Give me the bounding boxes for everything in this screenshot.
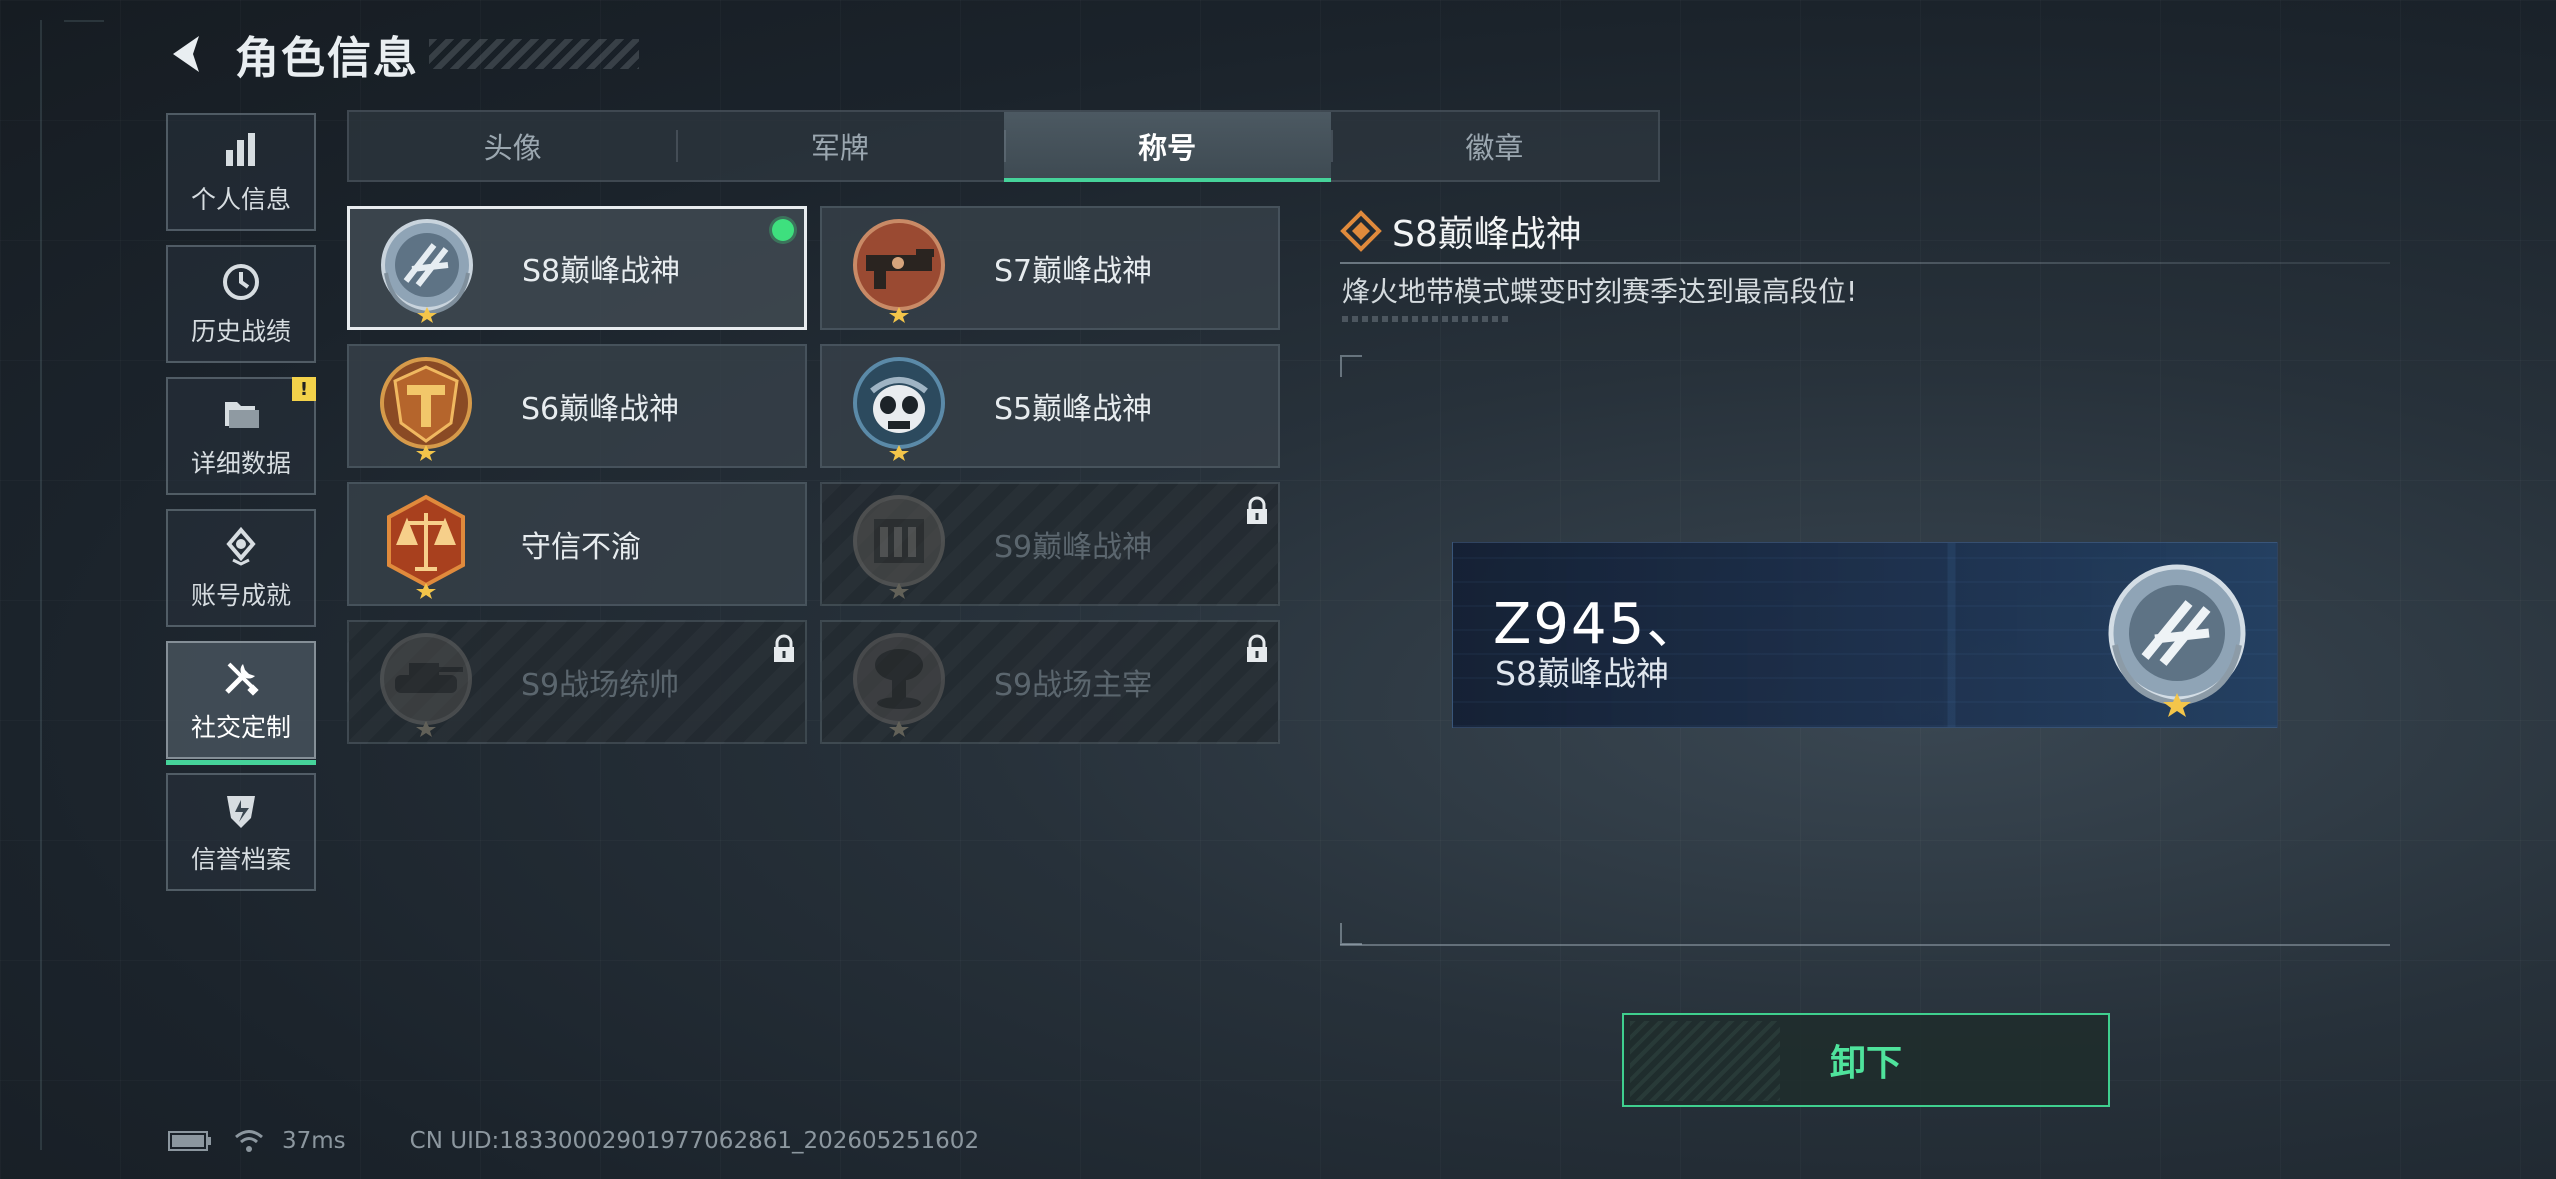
- lock-icon: [1244, 496, 1270, 526]
- sidebar-item-label: 信誉档案: [190, 845, 291, 874]
- folder-icon: [219, 392, 263, 436]
- title-card-trustworthy[interactable]: 守信不渝: [347, 482, 807, 606]
- frame-line-top: [64, 20, 104, 22]
- nameplate-title: S8巅峰战神: [1495, 654, 1669, 693]
- s6-emblem-icon: [371, 351, 481, 461]
- scales-emblem-icon: [371, 489, 481, 599]
- tab-dogtag[interactable]: 军牌: [676, 112, 1003, 180]
- unequip-button[interactable]: 卸下: [1622, 1013, 2110, 1107]
- title-card-s9-commander[interactable]: S9战场统帅: [347, 620, 807, 744]
- detail-title: S8巅峰战神: [1392, 214, 1582, 255]
- title-card-s9-peak[interactable]: S9巅峰战神: [820, 482, 1280, 606]
- warning-badge: !: [292, 377, 316, 401]
- title-diamond-icon: [1340, 210, 1382, 252]
- title-card-label: 守信不渝: [521, 530, 641, 565]
- tab-badge[interactable]: 徽章: [1330, 112, 1658, 180]
- sidebar-item-personal-info[interactable]: 个人信息: [166, 113, 316, 231]
- preview-divider: [1340, 944, 2390, 946]
- title-card-label: S6巅峰战神: [521, 392, 680, 427]
- sidebar-item-label: 个人信息: [190, 185, 291, 214]
- title-stripes: [429, 39, 639, 69]
- tab-title[interactable]: 称号: [1003, 112, 1332, 182]
- title-card-s7-peak[interactable]: S7巅峰战神: [820, 206, 1280, 330]
- wifi-icon: [235, 1130, 263, 1152]
- sidebar-item-achievements[interactable]: 账号成就: [166, 509, 316, 627]
- s8-emblem-icon: [2097, 557, 2257, 717]
- page-title: 角色信息: [235, 33, 419, 84]
- battery-icon: [168, 1131, 211, 1151]
- tab-avatar[interactable]: 头像: [349, 112, 676, 180]
- sidebar-item-label: 社交定制: [190, 713, 291, 742]
- frame-line-left: [40, 20, 42, 1150]
- tools-icon: [219, 656, 263, 700]
- frame-corner: [1340, 923, 1362, 945]
- sidebar-item-detailed-data[interactable]: ! 详细数据: [166, 377, 316, 495]
- mushroom-cloud-emblem-icon: [844, 627, 954, 737]
- sidebar-item-label: 详细数据: [190, 449, 291, 478]
- title-card-label: S5巅峰战神: [994, 392, 1153, 427]
- ping-text: 37ms: [282, 1128, 346, 1154]
- title-card-s9-dominator[interactable]: S9战场主宰: [820, 620, 1280, 744]
- title-card-label: S7巅峰战神: [994, 254, 1153, 289]
- sidebar-item-history[interactable]: 历史战绩: [166, 245, 316, 363]
- title-card-s8-peak[interactable]: S8巅峰战神: [347, 206, 807, 330]
- sidebar-item-label: 历史战绩: [190, 317, 291, 346]
- page-header: 角色信息: [165, 22, 639, 86]
- uid-text: CN UID:1833000290197706286​1_20260525160…: [409, 1128, 980, 1154]
- s9-emblem-icon: [844, 489, 954, 599]
- s8-emblem-icon: [372, 213, 482, 323]
- lock-icon: [771, 634, 797, 664]
- sidebar: 个人信息 历史战绩 ! 详细数据 账号成就 社交定制 信誉档案: [166, 113, 316, 905]
- status-bar: 37ms CN UID:1833000290197706286​1_202605…: [168, 1128, 979, 1154]
- detail-divider: [1340, 262, 2390, 264]
- clock-icon: [219, 260, 263, 304]
- unequip-label: 卸下: [1829, 1043, 1902, 1084]
- title-card-s5-peak[interactable]: S5巅峰战神: [820, 344, 1280, 468]
- s5-emblem-icon: [844, 351, 954, 461]
- title-card-s6-peak[interactable]: S6巅峰战神: [347, 344, 807, 468]
- achievement-icon: [219, 524, 263, 568]
- sidebar-item-label: 账号成就: [190, 581, 291, 610]
- title-card-grid: S8巅峰战神 S7巅峰战神 S6巅峰战神 S5巅峰战神 守信不渝 S9巅峰战神 …: [347, 206, 1280, 744]
- title-card-label: S9巅峰战神: [994, 530, 1153, 565]
- title-card-label: S9战场统帅: [521, 668, 680, 703]
- title-card-label: S9战场主宰: [994, 668, 1153, 703]
- detail-header: S8巅峰战神: [1340, 205, 1582, 257]
- shield-icon: [219, 788, 263, 832]
- equipped-indicator: [772, 219, 794, 241]
- nameplate-preview: Z945、 S8巅峰战神: [1452, 542, 2278, 728]
- frame-corner: [1340, 355, 1362, 377]
- bar-chart-icon: [219, 128, 263, 172]
- sidebar-item-social-custom[interactable]: 社交定制: [166, 641, 316, 765]
- detail-decor-bar: [1342, 316, 1508, 322]
- tank-emblem-icon: [371, 627, 481, 737]
- lock-icon: [1244, 634, 1270, 664]
- title-card-label: S8巅峰战神: [522, 254, 681, 289]
- tab-bar: 头像 军牌 称号 徽章: [347, 110, 1660, 182]
- detail-description: 烽火地带模式蝶变时刻赛季达到最高段位!: [1342, 275, 1858, 308]
- s7-emblem-icon: [844, 213, 954, 323]
- back-arrow-icon[interactable]: [165, 30, 213, 78]
- sidebar-item-credit-record[interactable]: 信誉档案: [166, 773, 316, 891]
